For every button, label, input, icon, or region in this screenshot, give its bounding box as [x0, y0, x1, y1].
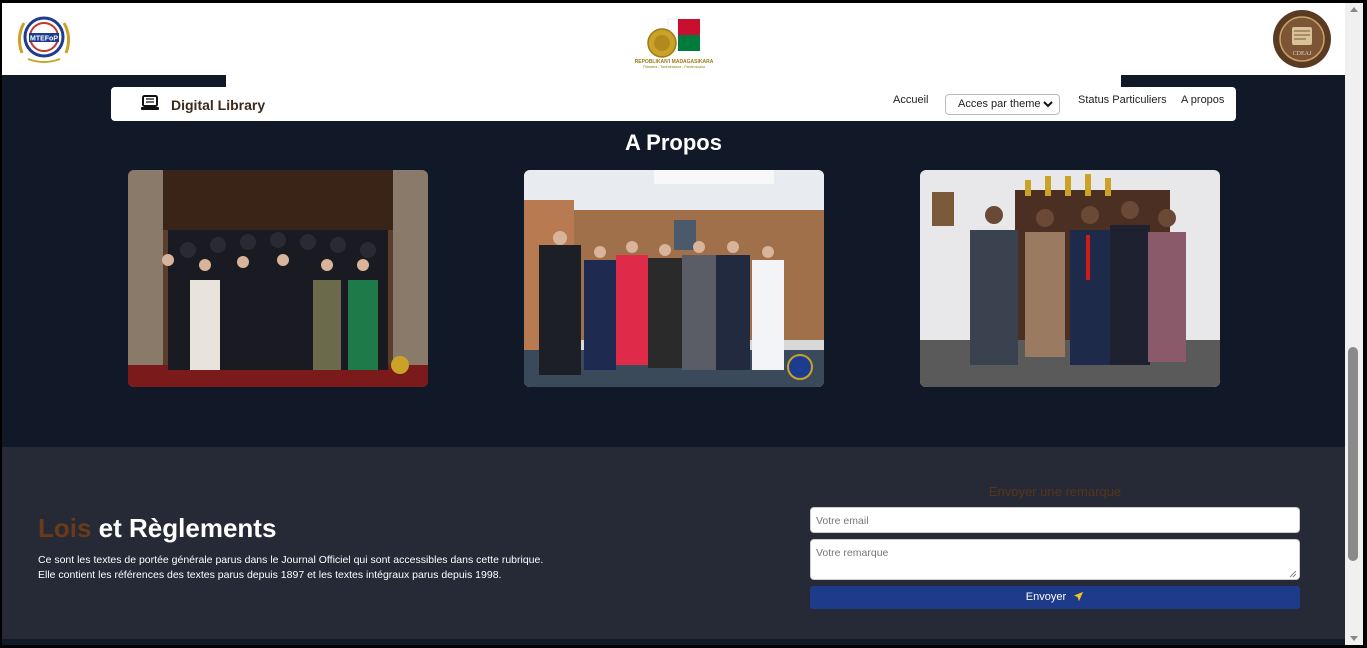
header-strip — [226, 75, 1121, 87]
footer: Lois et Règlements Ce sont les textes de… — [2, 447, 1345, 639]
section-title: A Propos — [625, 130, 722, 155]
email-field[interactable]: Votre email — [810, 507, 1300, 533]
cdeaj-logo[interactable]: CDEAJ — [1272, 9, 1332, 69]
page-frame: MTEFoP REPOBLIKAN'I MADAGASIKARA Fitiava… — [2, 3, 1345, 645]
send-button-label: Envoyer — [1025, 591, 1067, 603]
lois-title: Lois et Règlements — [38, 513, 276, 544]
madagascar-emblem[interactable]: REPOBLIKAN'I MADAGASIKARA Fitiavana - Ta… — [634, 11, 714, 69]
logo-left-text: MTEFoP — [30, 36, 58, 43]
brand-title[interactable]: Digital Library — [171, 97, 265, 113]
lois-title-accent: Lois — [38, 513, 92, 543]
lois-description: Ce sont les textes de portée générale pa… — [38, 553, 598, 583]
nav-link-a-propos[interactable]: A propos — [1181, 94, 1224, 106]
resize-grip-icon[interactable] — [1289, 569, 1297, 578]
nav-link-accueil[interactable]: Accueil — [893, 94, 928, 106]
chevron-down-icon — [1043, 98, 1053, 110]
remark-textarea[interactable]: Votre remarque — [810, 539, 1300, 580]
theme-select-value: Acces par theme — [958, 98, 1041, 110]
vertical-scrollbar[interactable] — [1345, 3, 1363, 645]
lois-description-line-2: Elle contient les références des textes … — [38, 569, 502, 581]
group-photo-2 — [524, 170, 824, 387]
logo-right-text: CDEAJ — [1293, 51, 1312, 57]
remark-form-title: Envoyer une remarque — [988, 484, 1122, 499]
scrollbar-thumb[interactable] — [1348, 347, 1358, 561]
logo-center-motto: Fitiavana - Tanindrazana - Fandrosoana — [643, 65, 705, 69]
group-photo-1 — [128, 170, 428, 387]
mtefop-logo[interactable]: MTEFoP — [14, 13, 74, 65]
group-photo-3 — [920, 170, 1220, 387]
theme-select[interactable]: Acces par theme — [945, 94, 1060, 115]
scroll-up-arrow-icon[interactable] — [1350, 7, 1358, 12]
send-button[interactable]: Envoyer — [810, 586, 1300, 609]
nav-link-status-particuliers[interactable]: Status Particuliers — [1078, 94, 1167, 106]
remark-placeholder: Votre remarque — [816, 547, 889, 559]
top-header: MTEFoP REPOBLIKAN'I MADAGASIKARA Fitiava… — [2, 3, 1345, 75]
navbar: Digital Library Accueil Acces par theme … — [111, 87, 1236, 121]
lois-description-line-1: Ce sont les textes de portée générale pa… — [38, 554, 544, 566]
paper-plane-icon — [1074, 591, 1084, 602]
lois-title-rest: et Règlements — [91, 513, 277, 543]
computer-icon — [141, 95, 159, 111]
scroll-down-arrow-icon[interactable] — [1350, 636, 1358, 641]
